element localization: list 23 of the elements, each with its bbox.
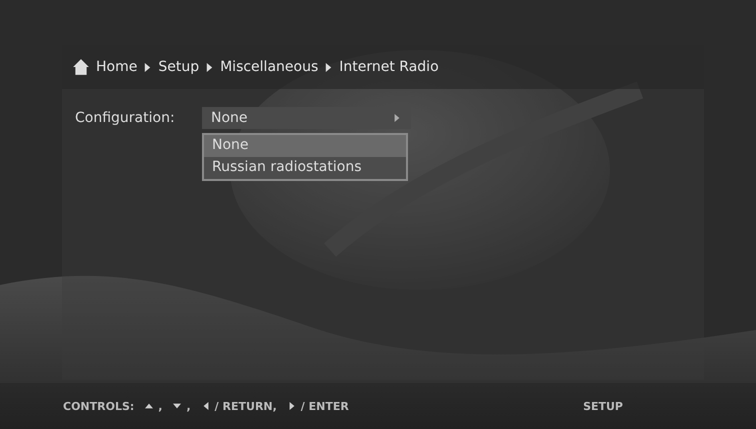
arrow-icon [173,402,182,410]
setting-label: Configuration: [75,109,176,126]
arrow-icon [202,402,210,410]
breadcrumb-item[interactable]: Home [96,59,138,75]
breadcrumb-item[interactable]: Setup [158,59,200,75]
chevron-icon [143,62,152,72]
control-hint: , [158,400,162,412]
chevron-icon [205,62,214,72]
breadcrumb-item[interactable]: Miscellaneous [220,59,318,75]
arrow-icon [288,402,296,410]
arrow-icon [145,402,154,410]
dropdown[interactable]: None [202,107,411,129]
section-label: SETUP [583,400,623,412]
breadcrumb-item[interactable]: Internet Radio [339,59,439,75]
menu-option[interactable]: None [204,135,406,157]
controls-label: CONTROLS: [63,400,134,412]
menu-option[interactable]: Russian radiostations [204,157,406,179]
chevron-icon [324,62,334,72]
caret-icon [393,114,401,122]
control-hint: , [186,400,191,412]
control-hint: / ENTER [300,400,349,412]
control-hint: / RETURN, [214,400,277,412]
home-icon [72,58,90,76]
